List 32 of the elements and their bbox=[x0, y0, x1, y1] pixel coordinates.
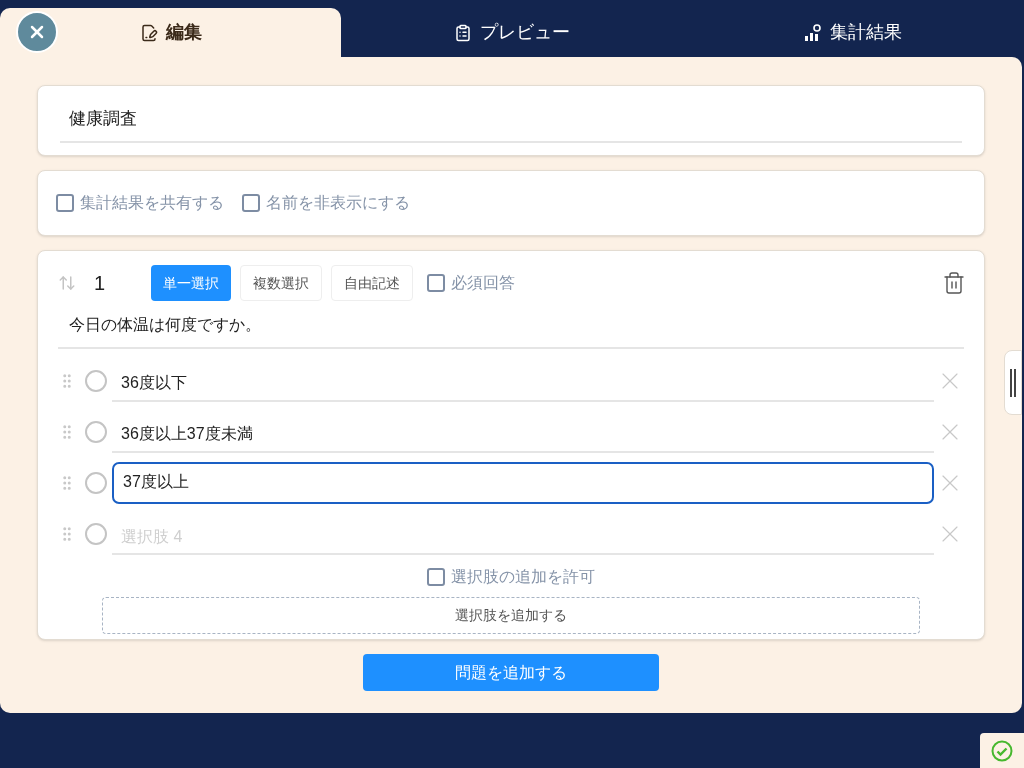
checkbox[interactable] bbox=[427, 568, 445, 586]
checkbox[interactable] bbox=[242, 194, 260, 212]
type-button[interactable]: 自由記述 bbox=[331, 265, 413, 301]
option-field[interactable]: 37度以上 bbox=[112, 461, 934, 504]
radio-button[interactable] bbox=[85, 369, 107, 392]
checkbox[interactable] bbox=[427, 274, 445, 292]
option-field[interactable]: 36度以下 bbox=[112, 359, 934, 402]
clipboard-icon bbox=[453, 23, 472, 42]
checkbox[interactable] bbox=[56, 194, 74, 212]
chart-icon bbox=[803, 23, 822, 42]
tab[interactable]: 集計結果 bbox=[682, 8, 1023, 57]
check-circle-icon bbox=[991, 739, 1013, 762]
question-number: 1 bbox=[94, 271, 107, 296]
radio-button[interactable] bbox=[85, 420, 107, 443]
tab[interactable]: プレビュー bbox=[341, 8, 682, 57]
checkbox-label: 集計結果を共有する bbox=[80, 193, 224, 213]
radio-button[interactable] bbox=[85, 471, 107, 494]
add-option-button[interactable]: 選択肢を追加する bbox=[102, 597, 920, 634]
handle-icon bbox=[1009, 368, 1017, 397]
edit-icon bbox=[139, 23, 158, 42]
side-handle[interactable] bbox=[1004, 350, 1022, 415]
reorder-icon[interactable] bbox=[58, 274, 76, 292]
checkbox-label: 名前を非表示にする bbox=[266, 193, 410, 213]
checkbox-label: 必須回答 bbox=[451, 273, 515, 293]
checkbox-label: 選択肢の追加を許可 bbox=[451, 567, 595, 587]
radio-button[interactable] bbox=[85, 522, 107, 545]
delete-icon[interactable] bbox=[942, 271, 966, 295]
tab[interactable]: 編集 bbox=[0, 8, 341, 57]
question-text[interactable]: 今日の体温は何度ですか。 bbox=[58, 313, 964, 349]
option-field[interactable]: 36度以上37度未満 bbox=[112, 410, 934, 453]
type-button[interactable]: 複数選択 bbox=[240, 265, 322, 301]
title-field[interactable]: 健康調査 bbox=[60, 106, 962, 143]
